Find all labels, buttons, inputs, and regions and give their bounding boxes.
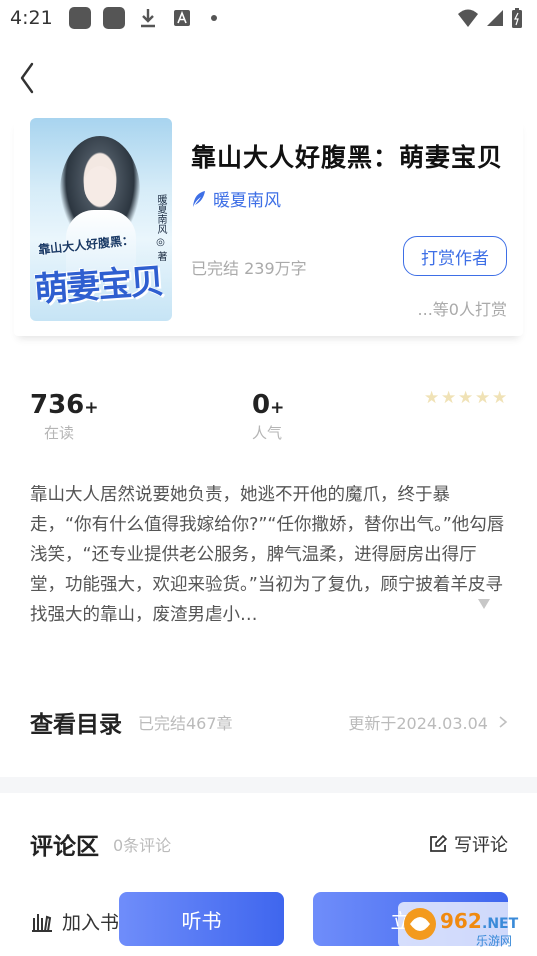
bookshelf-icon xyxy=(32,913,52,932)
star-icon: ★ xyxy=(424,388,440,408)
reward-author-button[interactable]: 打赏作者 xyxy=(403,236,507,276)
book-info-card: 暖夏南风 ◎ 著 靠山大人好腹黑： 萌妻宝贝 靠山大人好腹黑：萌妻宝贝 暖夏南风… xyxy=(14,118,523,336)
svg-text:乐游网: 乐游网 xyxy=(476,934,512,948)
font-a-icon xyxy=(173,10,190,26)
catalog-row[interactable]: 查看目录 已完结467章 更新于2024.03.04 xyxy=(30,700,508,744)
rating-stars: ★ ★ ★ ★ ★ xyxy=(424,388,508,408)
svg-text:962: 962 xyxy=(440,909,482,933)
add-to-shelf-label: 加入书 xyxy=(62,912,120,934)
book-description[interactable]: 靠山大人居然说要她负责，她逃不开他的魔爪，终于暴走，“你有什么值得我嫁给你?”“… xyxy=(30,480,508,630)
more-notifications-dot xyxy=(210,15,217,21)
edit-icon xyxy=(430,834,448,852)
wifi-icon xyxy=(458,9,478,27)
author-link[interactable]: 暖夏南风 xyxy=(191,186,281,211)
comments-title: 评论区 xyxy=(30,834,99,860)
popularity-label: 人气 xyxy=(252,424,283,442)
star-icon: ★ xyxy=(441,388,457,408)
status-time: 4:21 xyxy=(10,7,53,29)
author-name: 暖夏南风 xyxy=(213,191,281,211)
watermark-logo: 962 .NET 乐游网 xyxy=(398,902,532,948)
expand-description-icon[interactable] xyxy=(477,598,491,610)
catalog-chapters: 已完结467章 xyxy=(138,714,233,733)
app-notification-icon xyxy=(68,7,91,29)
catalog-updated: 更新于2024.03.04 xyxy=(348,714,488,733)
comments-header: 评论区 0条评论 写评论 xyxy=(30,822,508,866)
reward-count: ...等0人打赏 xyxy=(417,300,507,319)
catalog-title: 查看目录 xyxy=(30,712,122,738)
feather-pen-icon xyxy=(193,190,205,207)
popularity-plus: + xyxy=(270,398,285,418)
readers-label: 在读 xyxy=(44,424,75,442)
app-notification-icon xyxy=(102,7,125,29)
book-cover[interactable]: 暖夏南风 ◎ 著 靠山大人好腹黑： 萌妻宝贝 xyxy=(30,118,172,321)
svg-text:.NET: .NET xyxy=(482,916,519,932)
system-icons xyxy=(457,7,523,29)
notification-icons xyxy=(68,7,217,29)
add-to-shelf-button[interactable]: 加入书 xyxy=(30,908,119,935)
back-button[interactable] xyxy=(14,60,42,96)
listen-button[interactable]: 听书 xyxy=(119,892,284,946)
stat-readers: 736+ 在读 xyxy=(30,390,99,443)
cover-author: 暖夏南风 ◎ 著 xyxy=(155,194,166,262)
download-icon xyxy=(140,9,155,28)
battery-icon xyxy=(512,8,522,28)
write-comment-label: 写评论 xyxy=(454,835,508,856)
readers-plus: + xyxy=(84,398,99,418)
status-bar: 4:21 xyxy=(0,0,537,36)
star-icon: ★ xyxy=(492,388,508,408)
popularity-count: 0 xyxy=(252,390,271,420)
write-comment-button[interactable]: 写评论 xyxy=(428,831,508,857)
signal-icon xyxy=(487,10,503,26)
cover-title: 萌妻宝贝 xyxy=(33,261,164,311)
book-stats: 736+ 在读 0+ 人气 ★ ★ ★ ★ ★ xyxy=(30,390,508,450)
star-icon: ★ xyxy=(475,388,491,408)
star-icon: ★ xyxy=(458,388,474,408)
book-status: 已完结 239万字 xyxy=(191,259,307,278)
readers-count: 736 xyxy=(30,390,85,420)
section-divider xyxy=(0,777,537,793)
comments-count: 0条评论 xyxy=(113,836,172,855)
chevron-right-icon xyxy=(499,716,508,728)
cover-art-face xyxy=(84,166,116,206)
stat-popularity: 0+ 人气 xyxy=(252,390,284,443)
book-title: 靠山大人好腹黑：萌妻宝贝 xyxy=(191,143,504,172)
